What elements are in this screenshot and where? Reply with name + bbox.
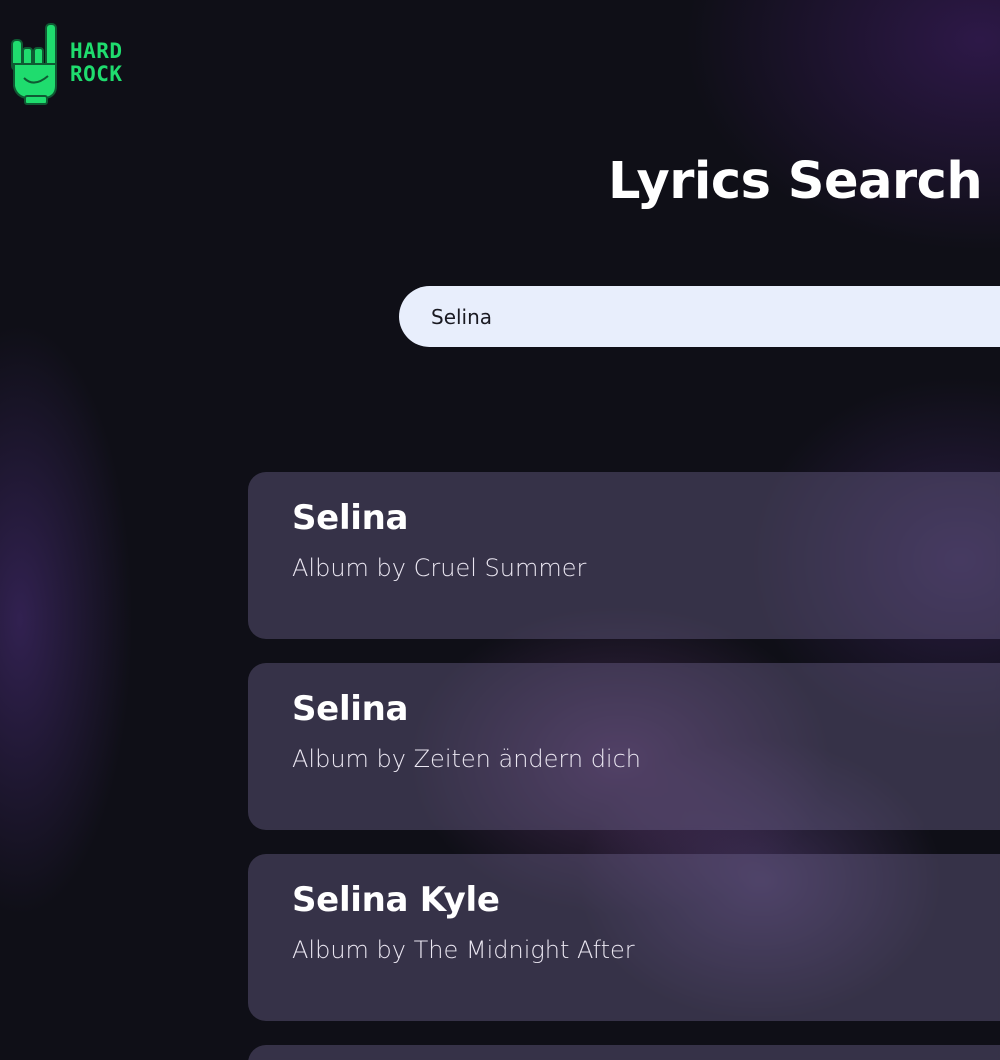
result-subtitle: Album by Cruel Summer <box>292 554 587 582</box>
page: HARD ROCK Lyrics Search Selina Album by … <box>0 0 1000 1060</box>
logo-line-1: HARD <box>70 39 123 63</box>
search-input[interactable] <box>399 286 1000 347</box>
result-card[interactable]: Selina Kyle Album by The Midnight After <box>248 854 1000 1021</box>
logo-line-2: ROCK <box>70 62 123 86</box>
logo[interactable]: HARD ROCK <box>8 22 123 110</box>
result-subtitle: Album by Zeiten ändern dich <box>292 745 642 773</box>
logo-text: HARD ROCK <box>70 40 123 86</box>
result-card[interactable]: Selina Album by Cruel Summer <box>248 472 1000 639</box>
result-title: Selina Kyle <box>292 880 500 920</box>
result-subtitle: Album by The Midnight After <box>292 936 635 964</box>
result-card[interactable]: Selina Album by Zeiten ändern dich <box>248 663 1000 830</box>
result-card-partial[interactable] <box>248 1045 1000 1060</box>
results-list: Selina Album by Cruel Summer Selina Albu… <box>248 472 1000 1060</box>
result-title: Selina <box>292 689 409 729</box>
rock-hand-icon <box>8 22 64 110</box>
result-title: Selina <box>292 498 409 538</box>
page-title: Lyrics Search <box>608 152 983 211</box>
